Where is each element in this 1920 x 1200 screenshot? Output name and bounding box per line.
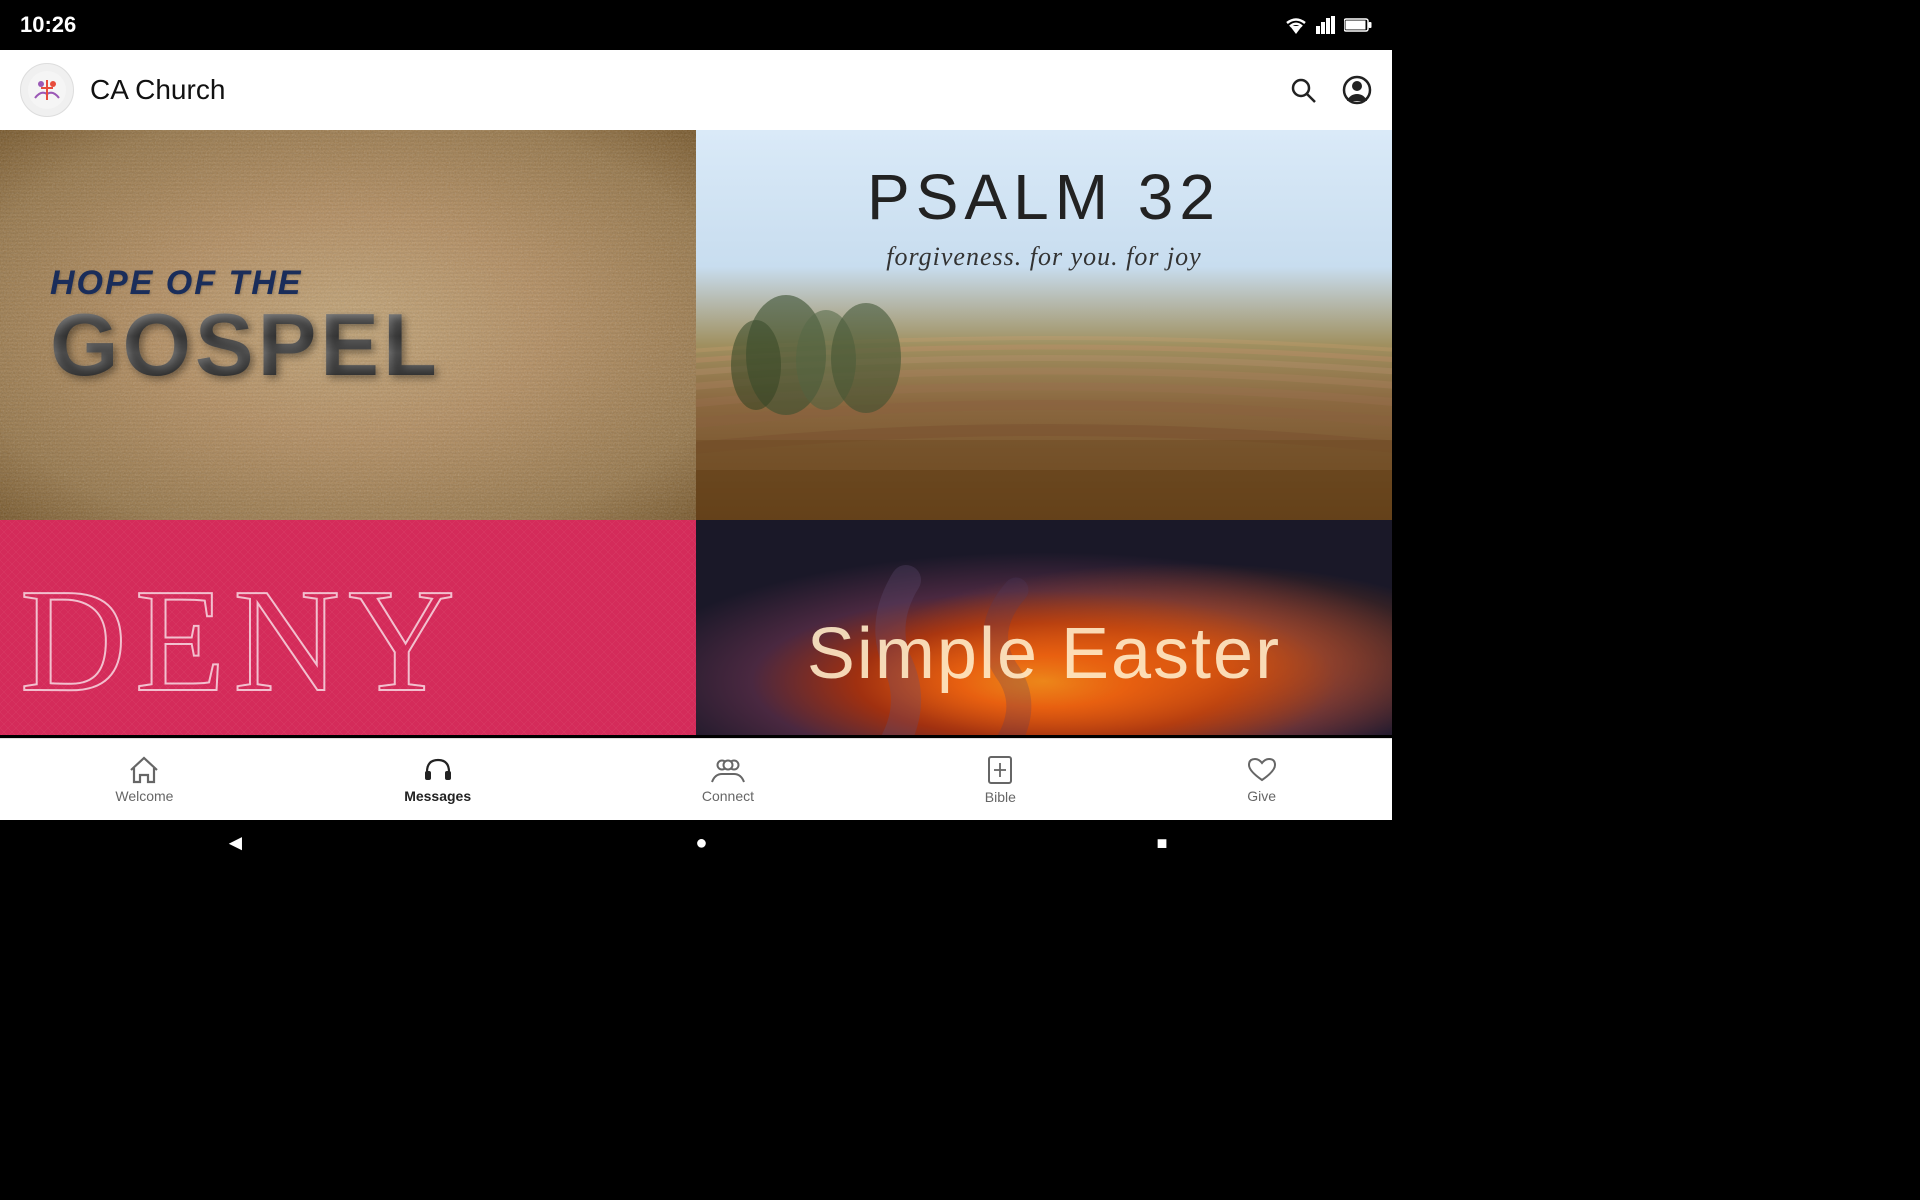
app-bar-left: CA Church: [20, 63, 225, 117]
church-logo-icon: [27, 70, 67, 110]
psalm-subtitle: forgiveness. for you. for joy: [886, 242, 1201, 272]
card-deny[interactable]: DENY: [0, 520, 696, 735]
nav-label-connect: Connect: [702, 788, 754, 804]
card-gospel[interactable]: HOPE OF THE GOSPEL: [0, 130, 696, 520]
profile-icon[interactable]: [1342, 75, 1372, 105]
card-easter-content: Simple Easter: [696, 593, 1392, 715]
status-icons: [1284, 16, 1372, 34]
nav-item-connect[interactable]: Connect: [682, 748, 774, 812]
wifi-icon: [1284, 16, 1308, 34]
headphones-icon: [423, 756, 453, 784]
gospel-main-text: GOSPEL: [50, 303, 441, 387]
psalm-title: PSALM 32: [867, 160, 1221, 234]
nav-label-give: Give: [1247, 788, 1276, 804]
app-bar-right: [1288, 75, 1372, 105]
nav-item-bible[interactable]: Bible: [965, 747, 1036, 813]
nav-item-give[interactable]: Give: [1227, 748, 1297, 812]
app-title: CA Church: [90, 74, 225, 106]
nav-label-welcome: Welcome: [115, 788, 173, 804]
signal-icon: [1316, 16, 1336, 34]
search-icon[interactable]: [1288, 75, 1318, 105]
card-easter[interactable]: Simple Easter: [696, 520, 1392, 735]
card-psalm-content: PSALM 32 forgiveness. for you. for joy: [696, 130, 1392, 302]
bible-icon: [986, 755, 1014, 785]
heart-icon: [1247, 756, 1277, 784]
deny-text: DENY: [20, 567, 463, 715]
nav-label-messages: Messages: [404, 788, 471, 804]
people-icon: [710, 756, 746, 784]
back-button[interactable]: ◄: [225, 830, 247, 856]
recent-button[interactable]: ■: [1157, 833, 1168, 854]
card-psalm[interactable]: PSALM 32 forgiveness. for you. for joy: [696, 130, 1392, 520]
content-grid: HOPE OF THE GOSPEL: [0, 130, 1392, 738]
nav-label-bible: Bible: [985, 789, 1016, 805]
nav-item-welcome[interactable]: Welcome: [95, 748, 193, 812]
battery-icon: [1344, 17, 1372, 33]
home-icon: [129, 756, 159, 784]
bottom-nav: Welcome Messages Connect Bible Give: [0, 738, 1392, 820]
easter-text: Simple Easter: [736, 613, 1352, 695]
card-gospel-content: HOPE OF THE GOSPEL: [0, 130, 696, 520]
status-bar: 10:26: [0, 0, 1392, 50]
card-deny-content: DENY: [0, 520, 696, 735]
status-time: 10:26: [20, 12, 76, 38]
home-button[interactable]: ●: [695, 832, 707, 855]
app-bar: CA Church: [0, 50, 1392, 130]
nav-item-messages[interactable]: Messages: [384, 748, 491, 812]
app-logo[interactable]: [20, 63, 74, 117]
system-nav: ◄ ● ■: [0, 820, 1392, 866]
